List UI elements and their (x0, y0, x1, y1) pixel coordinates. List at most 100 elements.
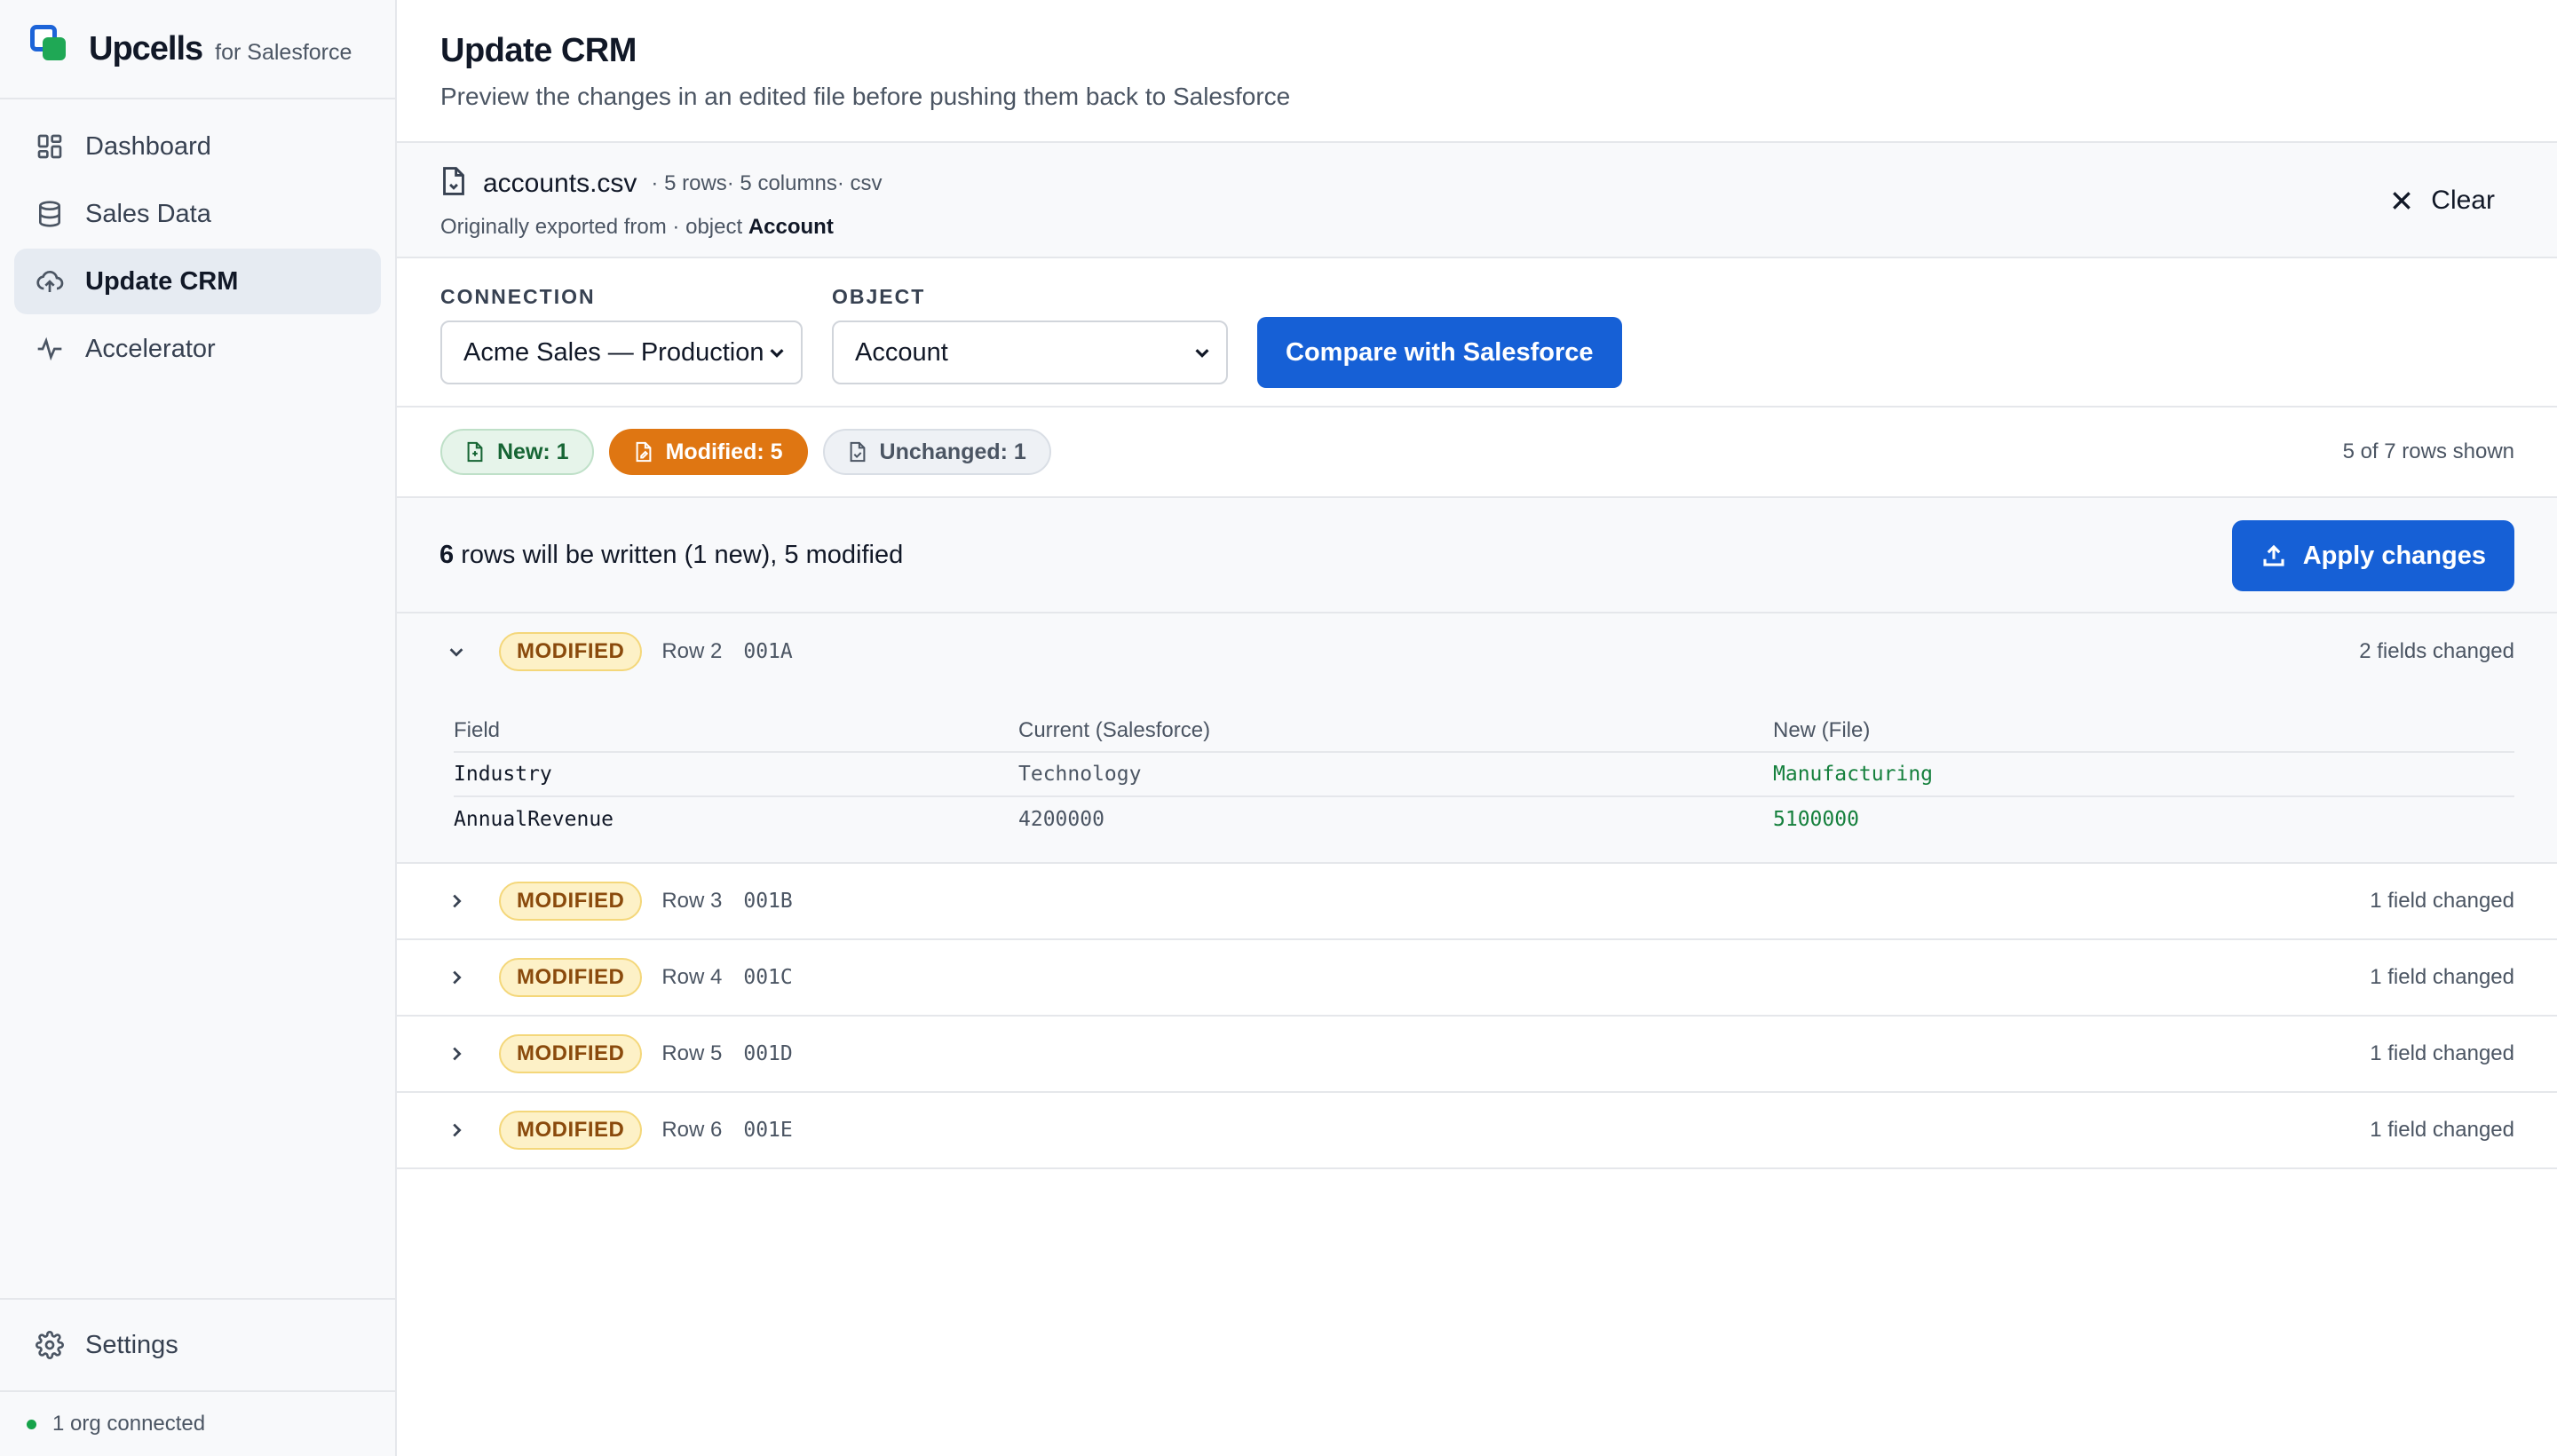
change-row[interactable]: MODIFIED Row 4 001C 1 field changed (397, 940, 2557, 1017)
filter-chip-modified[interactable]: Modified: 5 (608, 429, 808, 475)
brand-name: Upcells (89, 29, 203, 67)
summary-text: 6 rows will be written (1 new), 5 modifi… (439, 541, 903, 570)
status-badge: MODIFIED (499, 1111, 643, 1150)
file-icon (440, 166, 467, 201)
object-value: Account (855, 337, 948, 367)
chevron-right-icon[interactable] (444, 1118, 469, 1143)
database-icon (36, 200, 64, 228)
file-check-icon (850, 441, 865, 463)
status-dot-icon (27, 1419, 36, 1429)
sidebar-item-accelerator[interactable]: Accelerator (14, 316, 381, 382)
row-number: Row 3 (661, 889, 723, 913)
sidebar-item-dashboard[interactable]: Dashboard (14, 114, 381, 179)
row-number: Row 2 (661, 639, 723, 663)
diff-header-current: Current (Salesforce) (1018, 709, 1773, 753)
apply-changes-button[interactable]: Apply changes (2231, 520, 2514, 591)
clear-label: Clear (2431, 186, 2495, 215)
row-diff: Field Current (Salesforce) New (File) In… (397, 690, 2557, 864)
file-origin-object: Account (748, 215, 834, 239)
file-plus-icon (467, 441, 483, 463)
diff-current-value: 4200000 (1018, 807, 1104, 831)
upcells-logo-icon (30, 25, 67, 62)
sidebar-footer: Settings 1 org connected (0, 1298, 395, 1456)
grid-icon (36, 132, 64, 161)
chip-label: Unchanged: 1 (879, 439, 1026, 464)
page-subtitle: Preview the changes in an edited file be… (440, 83, 1291, 110)
change-row[interactable]: MODIFIED Row 5 001D 1 field changed (397, 1017, 2557, 1093)
diff-header-new: New (File) (1773, 709, 2514, 753)
row-number: Row 4 (661, 965, 723, 989)
connection-select[interactable]: Acme Sales — Production (440, 320, 803, 384)
summary-count: 6 (439, 540, 455, 569)
page-title: Update CRM (440, 32, 637, 69)
chip-label: Modified: 5 (665, 439, 783, 464)
summary-description: rows will be written (1 new), 5 modified (461, 540, 904, 569)
file-name: accounts.csv (483, 168, 637, 198)
sidebar-item-update-crm[interactable]: Update CRM (14, 249, 381, 314)
compare-button[interactable]: Compare with Salesforce (1257, 317, 1622, 388)
status-badge: MODIFIED (499, 958, 643, 997)
status-badge: MODIFIED (499, 882, 643, 921)
brand[interactable]: Upcells for Salesforce (0, 0, 395, 99)
chevron-right-icon[interactable] (444, 889, 469, 914)
upload-icon (2263, 544, 2284, 566)
sidebar-nav: Dashboard Sales Data Update CRM Accelera… (0, 99, 395, 382)
fields-changed: 2 fields changed (2359, 639, 2514, 663)
status-badge: MODIFIED (499, 632, 643, 671)
fields-changed: 1 field changed (2370, 1118, 2514, 1142)
diff-header-field: Field (454, 709, 1018, 753)
chevron-down-icon (1195, 349, 1209, 358)
sidebar-item-sales-data[interactable]: Sales Data (14, 181, 381, 247)
row-number: Row 6 (661, 1118, 723, 1142)
change-row[interactable]: MODIFIED Row 2 001A 2 fields changed (397, 613, 2557, 690)
filter-chip-unchanged[interactable]: Unchanged: 1 (822, 429, 1051, 475)
object-select[interactable]: Account (832, 320, 1228, 384)
rows-shown-count: 5 of 7 rows shown (2342, 439, 2514, 463)
org-status-text: 1 org connected (52, 1412, 206, 1436)
record-id: 001E (743, 1119, 793, 1142)
record-id: 001D (743, 1042, 793, 1065)
chip-label: New: 1 (497, 439, 569, 464)
diff-row: AnnualRevenue 4200000 5100000 (454, 796, 2514, 841)
gear-icon (36, 1331, 64, 1359)
chevron-right-icon[interactable] (444, 965, 469, 990)
file-edit-icon (636, 441, 651, 463)
cloud-upload-icon (36, 267, 64, 296)
chevron-down-icon[interactable] (444, 639, 469, 664)
diff-new-value: Manufacturing (1773, 752, 2514, 797)
chevron-right-icon[interactable] (444, 1041, 469, 1066)
sidebar-item-settings[interactable]: Settings (0, 1298, 395, 1392)
change-row[interactable]: MODIFIED Row 6 001E 1 field changed (397, 1093, 2557, 1169)
close-icon (2393, 192, 2411, 210)
diff-row: Industry Technology Manufacturing (454, 752, 2514, 797)
change-list: MODIFIED Row 2 001A 2 fields changed Fie… (397, 613, 2557, 1169)
apply-label: Apply changes (2302, 541, 2486, 570)
org-status: 1 org connected (0, 1392, 395, 1456)
file-origin-prefix: Originally exported from · object (440, 215, 743, 239)
sidebar-item-label: Accelerator (85, 334, 216, 363)
sidebar-item-label: Update CRM (85, 266, 239, 296)
chevron-down-icon (770, 349, 784, 358)
clear-button[interactable]: Clear (2390, 186, 2495, 216)
connection-value: Acme Sales — Production (463, 337, 764, 367)
file-info-bar: accounts.csv · 5 rows· 5 columns· csv Or… (397, 143, 2557, 258)
sidebar-item-label: Sales Data (85, 199, 211, 228)
write-summary: 6 rows will be written (1 new), 5 modifi… (397, 498, 2557, 613)
selectors: CONNECTION Acme Sales — Production OBJEC… (397, 258, 2557, 408)
fields-changed: 1 field changed (2370, 1041, 2514, 1065)
change-row[interactable]: MODIFIED Row 3 001B 1 field changed (397, 864, 2557, 940)
diff-field: Industry (454, 752, 1018, 797)
file-meta: · 5 rows· 5 columns· csv (651, 170, 883, 195)
connection-label: CONNECTION (440, 285, 596, 308)
page-header: Update CRM Preview the changes in an edi… (397, 0, 2557, 143)
diff-new-value: 5100000 (1773, 807, 1859, 831)
fields-changed: 1 field changed (2370, 965, 2514, 989)
object-label: OBJECT (832, 285, 926, 308)
row-number: Row 5 (661, 1041, 723, 1065)
filter-chips: New: 1 Modified: 5 Unchanged: 1 5 of 7 r… (397, 408, 2557, 498)
fields-changed: 1 field changed (2370, 889, 2514, 913)
status-badge: MODIFIED (499, 1034, 643, 1073)
diff-current-value: Technology (1018, 752, 1773, 797)
filter-chip-new[interactable]: New: 1 (440, 429, 594, 475)
record-id: 001B (743, 890, 793, 913)
